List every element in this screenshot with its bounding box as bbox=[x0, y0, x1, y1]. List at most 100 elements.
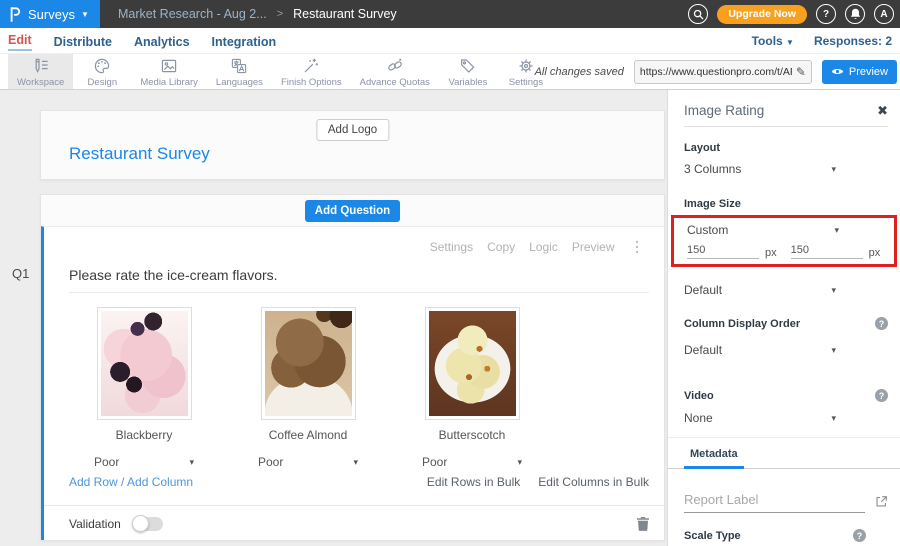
video-label: Video ? bbox=[684, 389, 888, 402]
question-block: Settings Copy Logic Preview Please rate … bbox=[41, 226, 664, 540]
breadcrumb-survey-name: Restaurant Survey bbox=[293, 7, 397, 21]
tab-distribute[interactable]: Distribute bbox=[54, 33, 112, 49]
add-row-add-column-link[interactable]: Add Row / Add Column bbox=[69, 475, 193, 489]
question-preview-link[interactable]: Preview bbox=[572, 240, 615, 254]
responses-count[interactable]: Responses: 2 bbox=[814, 34, 892, 48]
survey-url-input[interactable] bbox=[640, 66, 792, 78]
advance-quotas-icon bbox=[386, 57, 404, 75]
tools-menu[interactable]: Tools ▼ bbox=[752, 34, 794, 48]
rating-dropdown[interactable]: Poor ▾ bbox=[258, 454, 358, 470]
media-library-icon bbox=[160, 57, 178, 75]
option-image-blackberry[interactable] bbox=[97, 307, 192, 420]
question-text[interactable]: Please rate the ice-cream flavors. bbox=[69, 267, 649, 283]
chevron-down-icon: ▼ bbox=[81, 10, 89, 19]
account-avatar[interactable]: A bbox=[874, 4, 894, 24]
option-image-butterscotch[interactable] bbox=[425, 307, 520, 420]
toolbar-item-languages[interactable]: Languages bbox=[207, 54, 272, 89]
search-button[interactable] bbox=[688, 4, 708, 24]
add-question-button[interactable]: Add Question bbox=[305, 200, 400, 222]
scale-type-text: Scale Type bbox=[684, 530, 741, 542]
image-rating-grid: Blackberry Poor ▾ Coffee Almond Poor bbox=[62, 307, 649, 470]
upgrade-now-button[interactable]: Upgrade Now bbox=[717, 5, 807, 24]
chevron-down-icon: ▾ bbox=[831, 164, 836, 175]
question-settings-link[interactable]: Settings bbox=[430, 240, 473, 254]
search-icon bbox=[693, 9, 704, 20]
surveys-product-menu[interactable]: Surveys ▼ bbox=[0, 0, 100, 28]
chevron-down-icon: ▾ bbox=[834, 225, 839, 236]
chevron-down-icon: ▾ bbox=[831, 285, 836, 296]
chevron-down-icon: ▼ bbox=[786, 38, 794, 47]
image-size-select[interactable]: Custom ▾ bbox=[687, 223, 839, 237]
rating-column-butterscotch: Butterscotch Poor ▾ bbox=[390, 307, 554, 470]
question-footer: Validation bbox=[69, 506, 649, 540]
help-icon[interactable]: ? bbox=[853, 529, 866, 542]
chevron-down-icon: ▾ bbox=[831, 345, 836, 356]
toolbar-item-variables[interactable]: Variables bbox=[439, 54, 497, 89]
rating-value: Poor bbox=[258, 455, 283, 469]
chevron-down-icon: ▾ bbox=[353, 457, 358, 468]
video-select[interactable]: None ▾ bbox=[684, 411, 836, 425]
toolbar-item-finish-options[interactable]: Finish Options bbox=[272, 54, 351, 89]
rating-dropdown[interactable]: Poor ▾ bbox=[94, 454, 194, 470]
panel-header: Image Rating ✖ bbox=[684, 103, 888, 118]
question-copy-link[interactable]: Copy bbox=[487, 240, 515, 254]
validation-label: Validation bbox=[69, 517, 121, 531]
toolbar-item-label: Finish Options bbox=[281, 77, 342, 88]
image-height-input[interactable] bbox=[791, 244, 863, 259]
edit-columns-in-bulk-link[interactable]: Edit Columns in Bulk bbox=[538, 475, 649, 489]
question-more-menu-icon[interactable] bbox=[633, 240, 642, 255]
add-logo-button[interactable]: Add Logo bbox=[316, 119, 389, 141]
scale-type-label: Scale Type ? bbox=[684, 529, 888, 542]
image-width-input[interactable] bbox=[687, 244, 759, 259]
toolbar-item-design[interactable]: Design bbox=[73, 54, 131, 89]
rating-column-blackberry: Blackberry Poor ▾ bbox=[62, 307, 226, 470]
question-logic-link[interactable]: Logic bbox=[529, 240, 558, 254]
preview-button[interactable]: Preview bbox=[822, 60, 897, 84]
chevron-down-icon: ▾ bbox=[831, 413, 836, 424]
toolbar-item-advance-quotas[interactable]: Advance Quotas bbox=[351, 54, 439, 89]
notifications-button[interactable] bbox=[845, 4, 865, 24]
survey-url-box: ✎ bbox=[634, 60, 812, 84]
validation-toggle[interactable] bbox=[133, 517, 163, 531]
column-display-order-select[interactable]: Default ▾ bbox=[684, 343, 836, 357]
height-unit-label: px bbox=[869, 247, 881, 259]
toolbar-item-label: Advance Quotas bbox=[360, 77, 430, 88]
help-button[interactable]: ? bbox=[816, 4, 836, 24]
image-size-value: Custom bbox=[687, 223, 728, 237]
eye-icon bbox=[831, 67, 844, 76]
layout-select[interactable]: 3 Columns ▾ bbox=[684, 162, 836, 176]
report-label-input[interactable] bbox=[684, 490, 865, 513]
tab-metadata[interactable]: Metadata bbox=[684, 448, 744, 469]
toolbar-item-workspace[interactable]: Workspace bbox=[8, 54, 73, 89]
help-icon[interactable]: ? bbox=[875, 389, 888, 402]
image-align-select[interactable]: Default ▾ bbox=[684, 283, 836, 297]
edit-rows-in-bulk-link[interactable]: Edit Rows in Bulk bbox=[427, 475, 520, 489]
survey-title[interactable]: Restaurant Survey bbox=[69, 144, 210, 164]
save-status: All changes saved bbox=[535, 66, 624, 78]
tab-analytics[interactable]: Analytics bbox=[134, 33, 190, 49]
close-icon[interactable]: ✖ bbox=[877, 104, 888, 117]
external-link-icon bbox=[875, 495, 888, 508]
bulk-edit-links: Edit Rows in Bulk Edit Columns in Bulk bbox=[427, 475, 649, 489]
help-icon[interactable]: ? bbox=[875, 317, 888, 330]
rating-value: Poor bbox=[422, 455, 447, 469]
tab-edit[interactable]: Edit bbox=[8, 31, 32, 51]
expand-report-label-button[interactable] bbox=[875, 495, 888, 508]
tab-integration[interactable]: Integration bbox=[212, 33, 277, 49]
rating-dropdown[interactable]: Poor ▾ bbox=[422, 454, 522, 470]
delete-question-button[interactable] bbox=[637, 517, 649, 531]
option-label[interactable]: Blackberry bbox=[116, 428, 173, 442]
toolbar-item-media-library[interactable]: Media Library bbox=[131, 54, 207, 89]
survey-header-card: Add Logo Restaurant Survey bbox=[40, 110, 665, 180]
coffee-almond-ice-cream-image bbox=[265, 311, 352, 416]
edit-url-icon[interactable]: ✎ bbox=[796, 65, 806, 79]
questionpro-logo bbox=[8, 6, 21, 23]
image-height-group: px bbox=[791, 244, 881, 259]
option-label[interactable]: Coffee Almond bbox=[269, 428, 348, 442]
trash-icon bbox=[637, 517, 649, 531]
question-actions: Settings Copy Logic Preview bbox=[69, 240, 649, 254]
option-image-coffee-almond[interactable] bbox=[261, 307, 356, 420]
preview-button-label: Preview bbox=[849, 66, 888, 78]
breadcrumb-folder[interactable]: Market Research - Aug 2... bbox=[118, 7, 267, 21]
option-label[interactable]: Butterscotch bbox=[439, 428, 506, 442]
